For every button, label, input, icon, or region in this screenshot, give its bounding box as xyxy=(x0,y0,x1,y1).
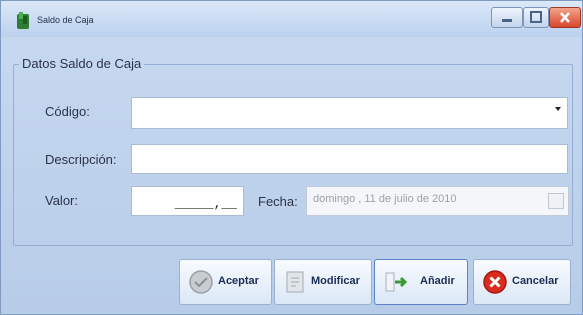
minimize-icon xyxy=(502,19,512,22)
descripcion-label: Descripción: xyxy=(45,152,117,167)
codigo-label: Código: xyxy=(45,104,90,119)
fecha-datepicker[interactable]: domingo , 11 de julio de 2010 xyxy=(306,186,569,216)
group-label: Datos Saldo de Caja xyxy=(19,56,145,71)
fecha-label: Fecha: xyxy=(258,194,298,209)
anadir-label: Añadir xyxy=(420,275,455,287)
cancelar-button[interactable]: Cancelar xyxy=(473,259,571,305)
close-button[interactable] xyxy=(549,7,581,28)
add-arrow-icon xyxy=(385,272,408,292)
maximize-button[interactable] xyxy=(523,7,549,28)
chevron-down-icon[interactable] xyxy=(555,107,561,111)
edit-document-icon xyxy=(286,271,304,293)
valor-value: _____,__ xyxy=(174,196,237,211)
dialog-window: Saldo de Caja Datos Saldo de Caja Código… xyxy=(0,0,583,315)
calendar-dropdown-icon[interactable] xyxy=(548,193,564,209)
close-icon xyxy=(560,12,570,23)
valor-label: Valor: xyxy=(45,193,78,208)
maximize-icon xyxy=(530,11,542,23)
cancel-icon xyxy=(483,270,507,294)
aceptar-label: Aceptar xyxy=(218,275,259,287)
aceptar-button[interactable]: Aceptar xyxy=(179,259,272,305)
minimize-button[interactable] xyxy=(491,7,523,28)
modificar-button[interactable]: Modificar xyxy=(274,259,372,305)
cancelar-label: Cancelar xyxy=(512,275,559,287)
descripcion-field[interactable] xyxy=(131,144,568,174)
anadir-button[interactable]: Añadir xyxy=(374,259,468,305)
modificar-label: Modificar xyxy=(311,275,360,287)
fecha-value: domingo , 11 de julio de 2010 xyxy=(313,193,457,205)
check-circle-icon xyxy=(189,270,213,294)
codigo-dropdown[interactable] xyxy=(131,97,568,129)
title-bar[interactable]: Saldo de Caja xyxy=(1,1,582,37)
valor-field[interactable]: _____,__ xyxy=(131,186,244,216)
app-icon xyxy=(17,12,29,29)
window-title: Saldo de Caja xyxy=(37,15,94,25)
